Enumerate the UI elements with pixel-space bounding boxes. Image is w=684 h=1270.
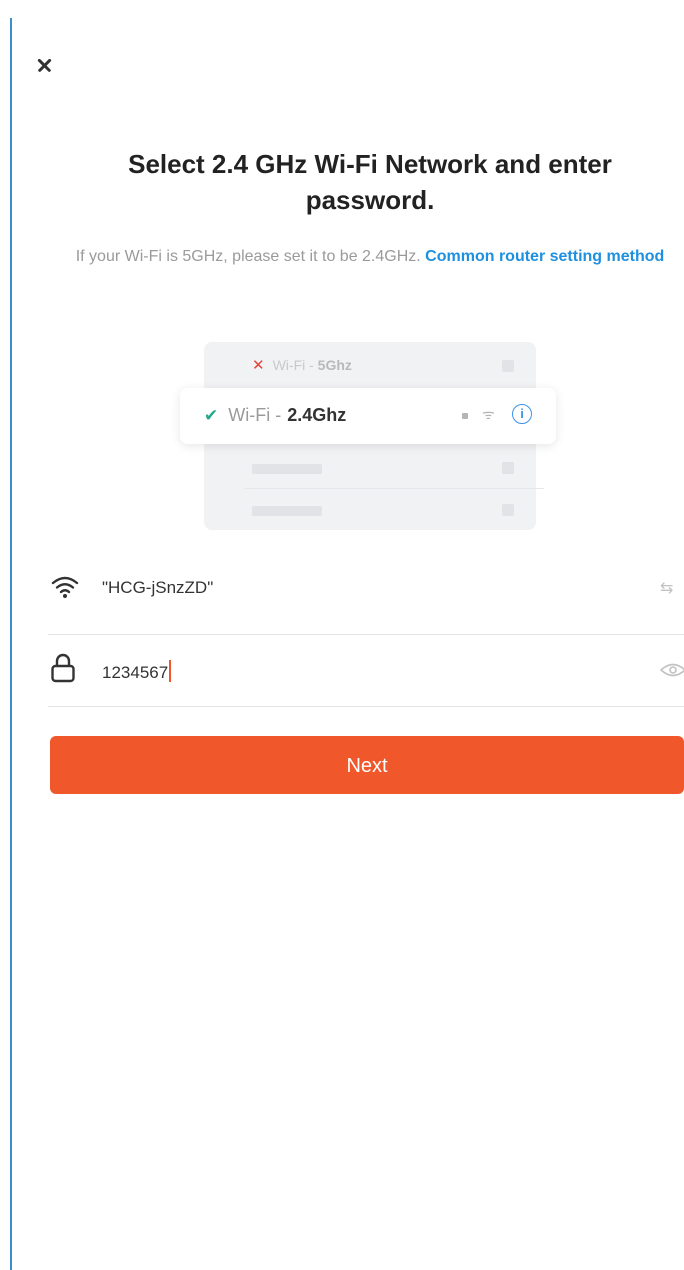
small-lock-icon: [462, 413, 468, 419]
divider: [244, 488, 544, 489]
next-button[interactable]: Next: [50, 736, 684, 794]
password-value[interactable]: 1234567: [102, 660, 172, 683]
subtitle-text: If your Wi-Fi is 5GHz, please set it to …: [75, 248, 426, 265]
swap-icon[interactable]: ⇆: [660, 578, 673, 598]
ssid-underline: [48, 634, 684, 635]
placeholder-bar: [252, 506, 322, 516]
password-field[interactable]: 1234567: [48, 640, 684, 700]
eye-icon[interactable]: [660, 662, 684, 678]
subtitle: If your Wi-Fi is 5GHz, please set it to …: [60, 245, 680, 269]
network-24ghz-row: ✔ Wi-Fi - 2.4Ghz: [204, 405, 346, 426]
cross-icon: ✕: [252, 357, 265, 374]
router-setting-link[interactable]: Common router setting method: [425, 248, 664, 265]
placeholder-square: [502, 504, 514, 516]
wifi-icon: [51, 576, 79, 598]
network-24ghz-band: 2.4Ghz: [287, 405, 347, 425]
wifi-band-illustration: ✕ Wi-Fi - 5Ghz ✔ Wi-Fi - 2.4Ghz ᯤ i: [178, 342, 558, 532]
placeholder-square: [502, 360, 514, 372]
small-wifi-icon: ᯤ: [482, 406, 495, 422]
page-title: Select 2.4 GHz Wi-Fi Network and enter p…: [128, 149, 612, 215]
check-icon: ✔: [204, 405, 219, 425]
network-5ghz-row: ✕ Wi-Fi - 5Ghz: [252, 356, 352, 374]
password-underline: [48, 706, 684, 707]
lock-icon: [51, 653, 75, 683]
close-icon[interactable]: [30, 50, 60, 80]
network-24ghz-prefix: Wi-Fi -: [228, 405, 282, 425]
info-icon: i: [512, 404, 532, 424]
ssid-value: "HCG-jSnzZD": [102, 578, 214, 597]
placeholder-square: [502, 462, 514, 474]
left-edge-rule: [10, 18, 12, 1270]
placeholder-bar: [252, 464, 322, 474]
network-24ghz-card: ✔ Wi-Fi - 2.4Ghz ᯤ i: [180, 388, 556, 444]
ssid-field[interactable]: "HCG-jSnzZD" ⇆: [48, 558, 684, 618]
network-5ghz-label: Wi-Fi - 5Ghz: [272, 357, 352, 373]
text-caret: [169, 660, 172, 682]
